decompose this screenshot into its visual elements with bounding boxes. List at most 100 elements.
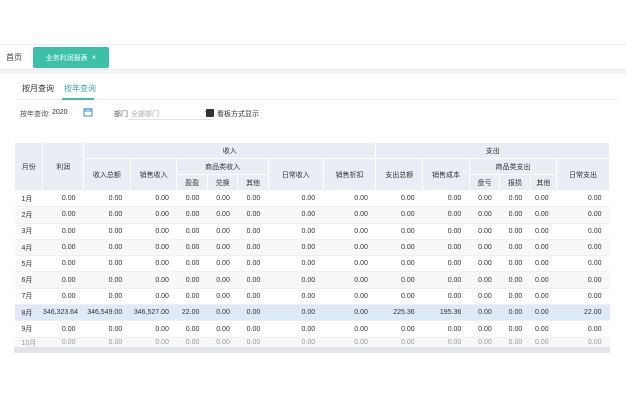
value-cell: 0.00 <box>530 304 557 322</box>
table-row: 9月 0.00 0.00 0.00 0.00 0.00 0.00 0.00 0.00 0.00 0.… <box>14 320 610 338</box>
query-tabs: 按月查询 按年查询 <box>18 80 618 100</box>
value-cell: 0.00 <box>176 320 208 338</box>
header-sales-income: 销售收入 <box>129 158 178 191</box>
value-cell: 0.00 <box>130 288 177 306</box>
value-cell: 0.00 <box>499 255 531 273</box>
header-sales-rebate: 销售折扣 <box>322 158 377 191</box>
value-cell: 0.00 <box>530 271 557 289</box>
value-cell: 0.00 <box>556 320 610 338</box>
tab-monthly-query[interactable]: 按月查询 <box>22 83 54 94</box>
table-row: 2月 0.00 0.00 0.00 0.00 0.00 0.00 0.00 0.00 0.00 0.… <box>14 206 610 224</box>
app-root: 首页 业务利润报表 × 按月查询 按年查询 按年查询: 2020 部门 全部部门… <box>0 0 626 395</box>
value-cell: 0.00 <box>237 320 269 338</box>
value-cell: 0.00 <box>422 190 470 208</box>
value-cell: 0.00 <box>323 223 376 240</box>
header-expense: 支出 <box>375 142 610 159</box>
value-cell: 346,549.00 <box>83 304 131 322</box>
tab-home[interactable]: 首页 <box>6 52 22 63</box>
value-cell: 0.00 <box>323 255 376 273</box>
value-cell: 0.00 <box>207 239 238 257</box>
value-cell: 0.00 <box>42 320 84 338</box>
calendar-icon[interactable] <box>83 107 93 117</box>
value-cell: 0.00 <box>556 239 610 257</box>
value-cell: 0.00 <box>83 190 131 208</box>
value-cell: 0.00 <box>375 288 423 306</box>
value-cell: 0.00 <box>237 255 269 273</box>
value-cell: 225.36 <box>375 304 423 322</box>
month-cell: 2月 <box>14 206 43 224</box>
header-loss: 盘亏 <box>468 174 501 191</box>
value-cell: 0.00 <box>530 320 557 338</box>
header-income-total: 收入总额 <box>83 158 131 191</box>
header-daily-expense: 日常支出 <box>556 158 610 191</box>
value-cell: 0.00 <box>237 206 269 224</box>
profit-table: 月份 利润 收入 支出 收入总额 销售收入 商品类收入 日常收入 销售折扣 支出… <box>13 142 610 348</box>
kanban-checkbox[interactable] <box>206 109 214 117</box>
value-cell: 0.00 <box>268 304 324 322</box>
value-cell: 0.00 <box>130 223 177 240</box>
active-tab-indicator <box>62 98 94 100</box>
value-cell: 0.00 <box>237 239 269 257</box>
tab-business-profit-report[interactable]: 业务利润报表 × <box>33 47 109 68</box>
close-icon[interactable]: × <box>92 53 97 62</box>
table-row: 3月 0.00 0.00 0.00 0.00 0.00 0.00 0.00 0.00 0.00 0.… <box>14 223 610 240</box>
value-cell: 0.00 <box>499 288 531 306</box>
value-cell: 22.00 <box>556 304 610 322</box>
month-cell: 5月 <box>14 255 43 273</box>
header-scrap: 报损 <box>499 174 531 191</box>
month-cell: 1月 <box>14 190 43 208</box>
value-cell: 0.00 <box>130 271 177 289</box>
value-cell: 0.00 <box>237 190 269 208</box>
value-cell: 0.00 <box>130 320 177 338</box>
value-cell: 0.00 <box>530 190 557 208</box>
value-cell: 0.00 <box>556 255 610 273</box>
value-cell: 0.00 <box>375 239 423 257</box>
table-body: 1月 0.00 0.00 0.00 0.00 0.00 0.00 0.00 0.00 0.00 0.… <box>14 190 610 348</box>
value-cell: 0.00 <box>556 288 610 306</box>
value-cell: 0.00 <box>499 271 531 289</box>
header-exchange: 兑换 <box>206 174 239 191</box>
header-goods-income: 商品类收入 <box>176 158 269 175</box>
value-cell: 0.00 <box>323 304 376 322</box>
value-cell: 0.00 <box>469 239 500 257</box>
value-cell: 0.00 <box>422 239 470 257</box>
value-cell: 0.00 <box>176 206 208 224</box>
value-cell: 0.00 <box>422 206 470 224</box>
tab-bar: 首页 业务利润报表 × <box>0 44 626 70</box>
header-other-income: 其他 <box>237 174 269 191</box>
value-cell: 0.00 <box>499 239 531 257</box>
value-cell: 0.00 <box>469 206 500 224</box>
value-cell: 0.00 <box>42 206 84 224</box>
value-cell: 0.00 <box>422 271 470 289</box>
value-cell: 0.00 <box>530 255 557 273</box>
department-label: 部门 <box>114 111 128 118</box>
value-cell: 0.00 <box>323 239 376 257</box>
value-cell: 0.00 <box>530 206 557 224</box>
value-cell: 0.00 <box>83 223 131 240</box>
department-select[interactable]: 全部部门 <box>128 106 214 120</box>
tab-yearly-query[interactable]: 按年查询 <box>64 83 96 94</box>
header-sales-cost: 销售成本 <box>422 158 470 191</box>
divider <box>0 70 626 74</box>
value-cell: 0.00 <box>469 190 500 208</box>
table-row: 4月 0.00 0.00 0.00 0.00 0.00 0.00 0.00 0.00 0.00 0.… <box>14 239 610 257</box>
month-cell: 6月 <box>14 271 43 289</box>
value-cell: 0.00 <box>530 223 557 240</box>
department-placeholder: 全部部门 <box>131 111 159 118</box>
value-cell: 0.00 <box>237 223 269 240</box>
value-cell: 0.00 <box>83 288 131 306</box>
value-cell: 0.00 <box>207 206 238 224</box>
value-cell: 0.00 <box>499 190 531 208</box>
month-cell: 4月 <box>14 239 43 257</box>
value-cell: 0.00 <box>323 271 376 289</box>
value-cell: 0.00 <box>422 288 470 306</box>
value-cell: 0.00 <box>268 239 324 257</box>
value-cell: 0.00 <box>268 190 324 208</box>
value-cell: 0.00 <box>499 206 531 224</box>
year-input[interactable]: 2020 <box>52 109 68 116</box>
value-cell: 0.00 <box>130 190 177 208</box>
table-row: 1月 0.00 0.00 0.00 0.00 0.00 0.00 0.00 0.00 0.00 0.… <box>14 190 610 208</box>
value-cell: 0.00 <box>207 190 238 208</box>
value-cell: 0.00 <box>42 223 84 240</box>
horizontal-scrollbar[interactable] <box>14 347 610 353</box>
